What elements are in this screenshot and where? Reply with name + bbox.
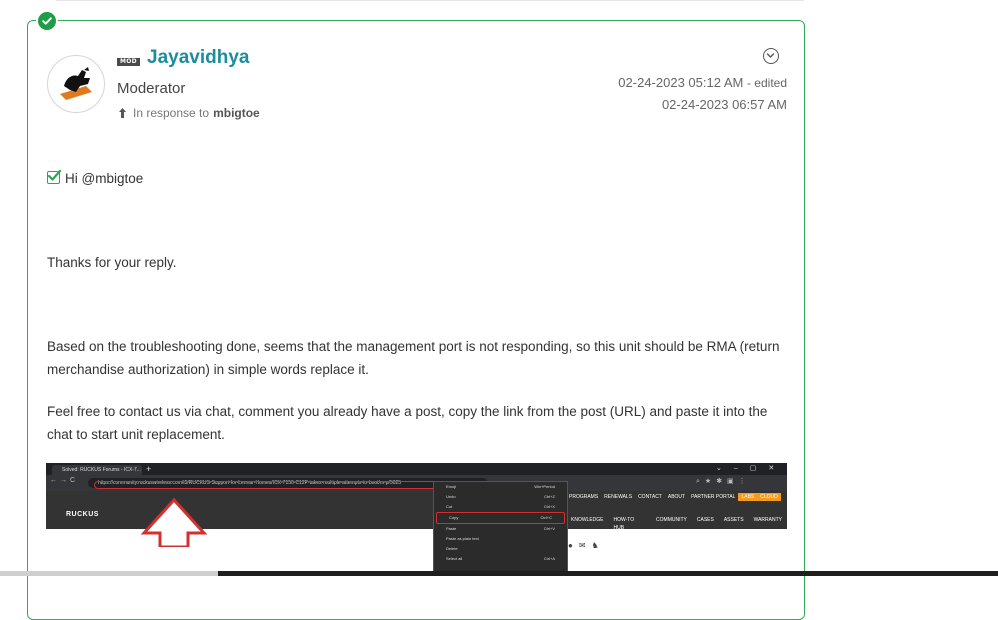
paragraph-thanks: Thanks for your reply.: [47, 255, 177, 270]
nav-community: COMMUNITY: [656, 517, 687, 523]
ctx-item: Emoji Win+Period: [434, 482, 567, 492]
dog-logo-icon: [60, 67, 92, 100]
in-response-to: In response to mbigtoe: [117, 106, 260, 120]
ruckus-logo: RUCKUS: [66, 511, 99, 518]
browser-tab: Solved: RUCKUS Forums - ICX-7...: [52, 465, 142, 475]
ctx-label: Undo: [446, 494, 456, 499]
nav-programs: PROGRAMS: [569, 494, 599, 500]
edited-label[interactable]: - edited: [747, 76, 787, 90]
greeting-text: Hi @mbigtoe: [65, 171, 144, 186]
nav-knowledge: KNOWLEDGE: [571, 517, 604, 523]
author-rank: Moderator: [117, 80, 186, 97]
ctx-item-copy: Copy Ctrl+C: [436, 512, 565, 524]
solved-check-icon: [36, 10, 58, 32]
ctx-label: Select all: [446, 556, 463, 561]
ctx-shortcut: Ctrl+Z: [544, 494, 555, 499]
red-up-arrow-icon: [140, 497, 208, 547]
ctx-item: Cut Ctrl+X: [434, 502, 567, 512]
post-options-icon[interactable]: [763, 48, 779, 64]
ctx-label: Copy: [449, 515, 459, 520]
avatar[interactable]: [47, 55, 105, 113]
new-tab-icon: +: [146, 464, 152, 474]
top-divider: [56, 0, 804, 1]
nav-how-to-hub: HOW-TO HUB: [613, 517, 635, 531]
window-controls-icon: ⌄–▢✕: [716, 465, 787, 472]
context-menu: Emoji Win+Period Undo Ctrl+Z Cut Ctrl+X Cop…: [433, 481, 568, 576]
ctx-label: Paste as plain text: [446, 536, 479, 541]
site-main-nav: KNOWLEDGE HOW-TO HUB COMMUNITY CASES ASS…: [566, 516, 787, 532]
post-date: 02-24-2023 05:12 AM - edited: [618, 75, 787, 90]
reply-arrow-icon: [119, 108, 126, 118]
bottom-dark-strip: [218, 571, 998, 576]
nav-cases: CASES: [696, 517, 714, 523]
ctx-label: Delete: [446, 546, 458, 551]
checkbox-check-icon: [47, 169, 61, 184]
ctx-shortcut: Win+Period: [534, 484, 555, 489]
paragraph-rma: Based on the troubleshooting done, seems…: [47, 339, 780, 377]
nav-warranty: WARRANTY: [753, 517, 782, 523]
nav-partner-portal: PARTNER PORTAL: [691, 494, 736, 500]
nav-renewals: RENEWALS: [604, 494, 633, 500]
nav-labs: LABS: [738, 493, 758, 501]
site-top-nav: PROGRAMS RENEWALS CONTACT ABOUT PARTNER …: [566, 493, 781, 501]
browser-toolbar-icons: ⌕★✱▣⋮: [696, 478, 751, 485]
nav-cloud: CLOUD: [757, 493, 781, 501]
in-response-user[interactable]: mbigtoe: [213, 106, 260, 120]
ctx-item: Paste as plain text: [434, 534, 567, 544]
nav-assets: ASSETS: [723, 517, 744, 523]
nav-arrows-icon: ←→C: [50, 477, 79, 484]
ctx-item: Delete: [434, 544, 567, 554]
greeting-line: Hi @mbigtoe: [47, 167, 792, 190]
ctx-label: Emoji: [446, 484, 457, 489]
ctx-item: Undo Ctrl+Z: [434, 492, 567, 502]
nav-contact: CONTACT: [638, 494, 662, 500]
embedded-screenshot[interactable]: Solved: RUCKUS Forums - ICX-7... + ⌄–▢✕ …: [46, 463, 787, 576]
ctx-item: Paste Ctrl+V: [434, 524, 567, 534]
site-icons: ●✉♞: [568, 541, 605, 550]
edited-timestamp: 02-24-2023 06:57 AM: [661, 97, 787, 112]
ctx-shortcut: Ctrl+V: [543, 526, 555, 531]
ctx-item: Select all Ctrl+A: [434, 554, 567, 564]
paragraph-contact: Feel free to contact us via chat, commen…: [47, 404, 768, 442]
ctx-shortcut: Ctrl+C: [540, 515, 552, 520]
ctx-label: Cut: [446, 504, 453, 509]
in-response-prefix: In response to: [133, 106, 210, 120]
author-name[interactable]: Jayavidhya: [147, 47, 249, 69]
ctx-label: Paste: [446, 526, 457, 531]
nav-about: ABOUT: [667, 494, 686, 500]
ctx-shortcut: Ctrl+A: [543, 556, 555, 561]
bottom-scroll-strip: [0, 571, 998, 576]
mod-badge: MOD: [117, 58, 140, 66]
ctx-shortcut: Ctrl+X: [543, 504, 555, 509]
browser-tabbar: Solved: RUCKUS Forums - ICX-7... + ⌄–▢✕: [46, 463, 787, 475]
posted-timestamp: 02-24-2023 05:12 AM: [618, 75, 744, 90]
